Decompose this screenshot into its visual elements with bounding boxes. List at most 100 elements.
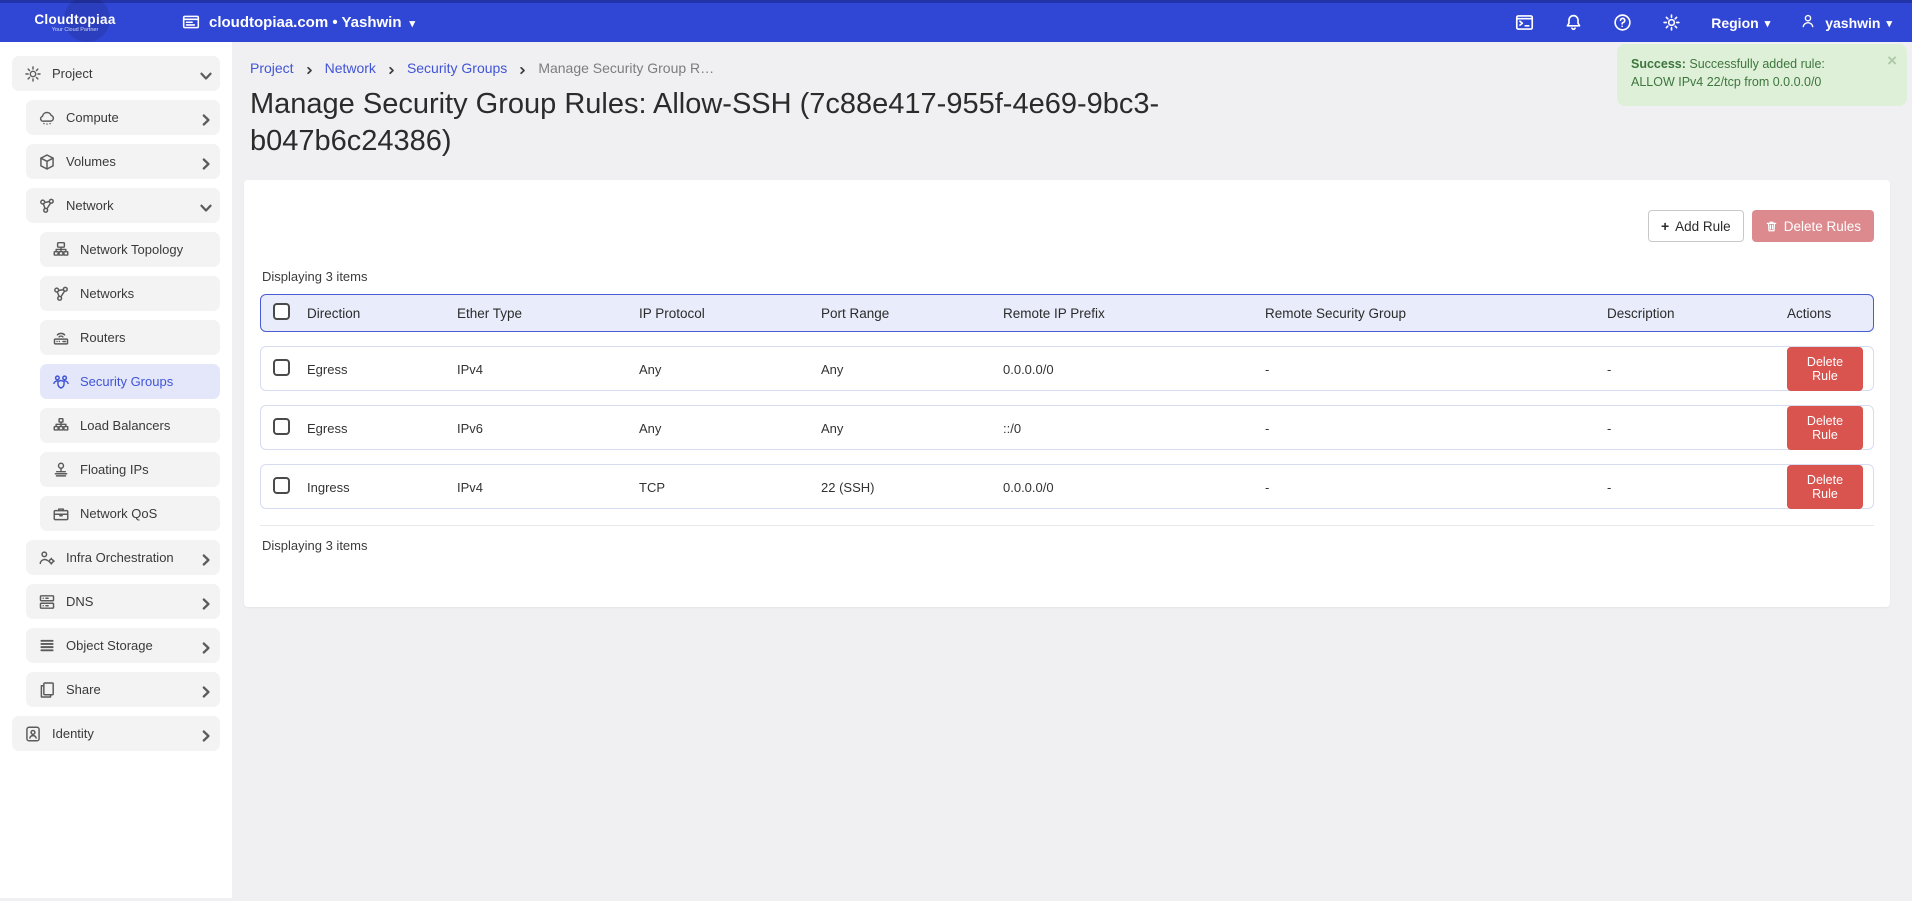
chevron-right-icon <box>197 727 210 740</box>
chevron-right-icon <box>197 111 210 124</box>
cell-description: - <box>1607 421 1787 436</box>
bell-icon[interactable] <box>1564 13 1583 32</box>
cell-remote-ip-prefix: 0.0.0.0/0 <box>1003 362 1265 377</box>
sidebar-item-security-groups[interactable]: Security Groups <box>40 364 220 399</box>
cell-remote-ip-prefix: 0.0.0.0/0 <box>1003 480 1265 495</box>
cell-direction: Egress <box>307 362 457 377</box>
sidebar-item-label: Share <box>66 682 101 697</box>
breadcrumb-link-network[interactable]: Network <box>325 60 376 76</box>
delete-rule-button[interactable]: Delete Rule <box>1787 406 1863 450</box>
sidebar-item-routers[interactable]: Routers <box>40 320 220 355</box>
table-row: Egress IPv4 Any Any 0.0.0.0/0 - - Delete… <box>260 346 1874 391</box>
network-nodes-icon <box>38 197 56 215</box>
breadcrumb-link-security-groups[interactable]: Security Groups <box>407 60 507 76</box>
chevron-right-icon <box>197 683 210 696</box>
sidebar-item-object-storage[interactable]: Object Storage <box>26 628 220 663</box>
sidebar-item-network-qos[interactable]: Network QoS <box>40 496 220 531</box>
cloud-icon <box>38 109 56 127</box>
table-toolbar: + Add Rule Delete Rules <box>260 180 1874 242</box>
cell-remote-security-group: - <box>1265 362 1607 377</box>
column-header-remote-security-group: Remote Security Group <box>1265 306 1607 321</box>
list-stack-icon <box>38 637 56 655</box>
user-name: yashwin <box>1825 15 1880 31</box>
server-stack-icon <box>38 593 56 611</box>
sidebar-item-network-topology[interactable]: Network Topology <box>40 232 220 267</box>
select-all-checkbox[interactable] <box>273 303 290 320</box>
top-navbar: Cloudtopiaa Your Cloud Partner cloudtopi… <box>0 0 1912 42</box>
sidebar-item-network[interactable]: Network <box>26 188 220 223</box>
sidebar-item-label: Infra Orchestration <box>66 550 174 565</box>
sidebar-item-dns[interactable]: DNS <box>26 584 220 619</box>
breadcrumb-current: Manage Security Group R… <box>538 60 714 76</box>
sidebar-item-label: DNS <box>66 594 93 609</box>
cell-direction: Egress <box>307 421 457 436</box>
cell-ether-type: IPv6 <box>457 421 639 436</box>
brand-name: Cloudtopiaa <box>0 12 150 27</box>
column-header-actions: Actions <box>1787 306 1873 321</box>
load-balancer-icon <box>52 417 70 435</box>
column-header-direction: Direction <box>307 306 457 321</box>
user-menu[interactable]: yashwin ▾ <box>1800 13 1892 32</box>
domain-project-label: cloudtopiaa.com • Yashwin <box>209 14 402 31</box>
items-count-bottom: Displaying 3 items <box>262 538 1874 553</box>
chevron-right-icon <box>386 63 397 74</box>
row-checkbox[interactable] <box>273 477 290 494</box>
cell-direction: Ingress <box>307 480 457 495</box>
sidebar-item-label: Network Topology <box>80 242 183 257</box>
chevron-right-icon <box>197 639 210 652</box>
pages-icon <box>38 681 56 699</box>
plus-icon: + <box>1661 218 1669 234</box>
row-checkbox[interactable] <box>273 418 290 435</box>
sidebar-item-label: Project <box>52 66 92 81</box>
column-header-description: Description <box>1607 306 1787 321</box>
cell-remote-security-group: - <box>1265 480 1607 495</box>
sidebar-item-identity[interactable]: Identity <box>12 716 220 751</box>
cell-ip-protocol: TCP <box>639 480 821 495</box>
brand-tagline: Your Cloud Partner <box>0 27 150 33</box>
cell-ether-type: IPv4 <box>457 480 639 495</box>
chevron-right-icon <box>304 63 315 74</box>
table-header-row: Direction Ether Type IP Protocol Port Ra… <box>260 294 1874 332</box>
page-title: Manage Security Group Rules: Allow-SSH (… <box>250 86 1310 160</box>
sidebar-item-networks[interactable]: Networks <box>40 276 220 311</box>
delete-rule-button[interactable]: Delete Rule <box>1787 347 1863 391</box>
router-icon <box>52 329 70 347</box>
sidebar-item-label: Volumes <box>66 154 116 169</box>
add-rule-button[interactable]: + Add Rule <box>1648 210 1744 242</box>
sidebar-item-infra-orchestration[interactable]: Infra Orchestration <box>26 540 220 575</box>
cell-port-range: Any <box>821 362 1003 377</box>
delete-rules-button[interactable]: Delete Rules <box>1752 210 1874 242</box>
toast-line1: Successfully added rule: <box>1689 57 1825 71</box>
terminal-icon[interactable] <box>1515 13 1534 32</box>
sidebar-item-volumes[interactable]: Volumes <box>26 144 220 179</box>
sidebar-item-project[interactable]: Project <box>12 56 220 91</box>
sidebar-item-floating-ips[interactable]: Floating IPs <box>40 452 220 487</box>
domain-project-switcher[interactable]: cloudtopiaa.com • Yashwin ▾ <box>182 13 415 32</box>
cell-remote-security-group: - <box>1265 421 1607 436</box>
sidebar-item-load-balancers[interactable]: Load Balancers <box>40 408 220 443</box>
chevron-right-icon <box>517 63 528 74</box>
delete-rule-button[interactable]: Delete Rule <box>1787 465 1863 509</box>
sidebar-item-label: Networks <box>80 286 134 301</box>
items-count-top: Displaying 3 items <box>262 269 1874 284</box>
region-label: Region <box>1711 15 1758 31</box>
chevron-down-icon: ▾ <box>1765 17 1771 30</box>
sidebar-item-label: Security Groups <box>80 374 173 389</box>
person-gear-icon <box>38 549 56 567</box>
region-dropdown[interactable]: Region ▾ <box>1711 15 1770 31</box>
cell-ip-protocol: Any <box>639 362 821 377</box>
gear-icon <box>24 65 42 83</box>
breadcrumb-link-project[interactable]: Project <box>250 60 294 76</box>
delete-rules-label: Delete Rules <box>1784 219 1861 234</box>
close-icon[interactable]: × <box>1887 52 1897 69</box>
chevron-down-icon: ▾ <box>1886 17 1892 30</box>
sidebar-item-label: Identity <box>52 726 94 741</box>
sidebar-item-compute[interactable]: Compute <box>26 100 220 135</box>
help-icon[interactable] <box>1613 13 1632 32</box>
row-checkbox[interactable] <box>273 359 290 376</box>
sidebar-item-share[interactable]: Share <box>26 672 220 707</box>
table-footer-divider <box>260 525 1874 526</box>
brand-logo[interactable]: Cloudtopiaa Your Cloud Partner <box>0 12 150 33</box>
gear-icon[interactable] <box>1662 13 1681 32</box>
table-row: Ingress IPv4 TCP 22 (SSH) 0.0.0.0/0 - - … <box>260 464 1874 509</box>
